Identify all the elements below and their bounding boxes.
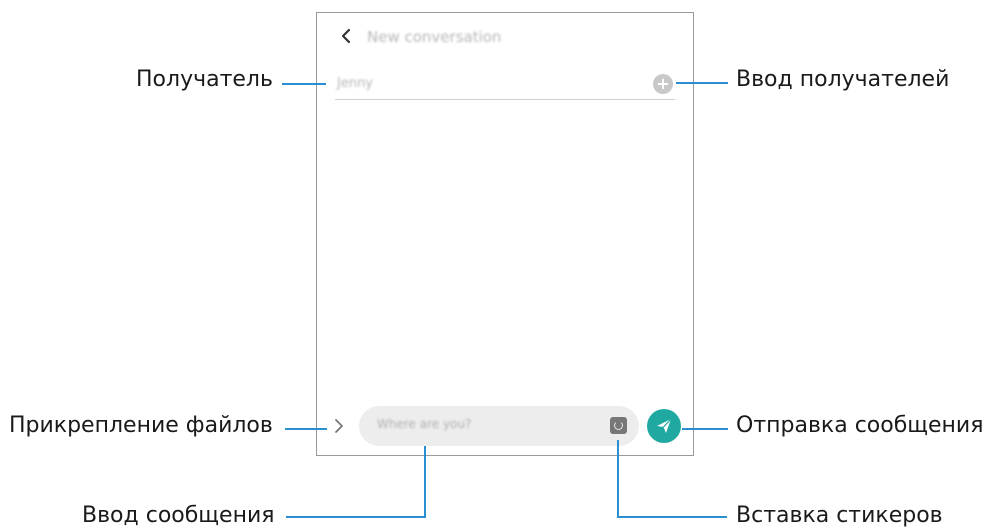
callout-line-enter-message-h	[286, 516, 426, 518]
callout-line-add-recipients	[676, 82, 728, 84]
callout-send-message: Отправка сообщения	[736, 413, 984, 438]
recipient-value: Jenny	[337, 76, 374, 91]
callout-line-insert-stickers-h	[617, 516, 727, 518]
callout-line-recipient	[282, 83, 326, 85]
phone-screen: New conversation Jenny + Where are you?	[316, 12, 694, 456]
callout-attach-files: Прикрепление файлов	[9, 413, 273, 438]
attach-icon[interactable]	[331, 417, 347, 435]
message-input[interactable]: Where are you?	[359, 406, 639, 446]
callout-line-attach-files	[285, 428, 327, 430]
callout-add-recipients: Ввод получателей	[736, 67, 950, 92]
recipient-field[interactable]: Jenny +	[335, 73, 675, 100]
add-recipient-icon[interactable]: +	[653, 74, 673, 94]
send-button[interactable]	[647, 409, 681, 443]
page-title: New conversation	[367, 28, 502, 46]
callout-recipient: Получатель	[136, 67, 273, 92]
message-text: Where are you?	[377, 417, 472, 431]
back-icon[interactable]	[337, 27, 355, 45]
callout-line-enter-message-v	[424, 446, 426, 518]
callout-line-insert-stickers-v	[617, 440, 619, 518]
callout-enter-message: Ввод сообщения	[82, 503, 275, 528]
sticker-icon[interactable]	[610, 417, 627, 434]
callout-insert-stickers: Вставка стикеров	[736, 503, 943, 528]
paper-plane-icon	[657, 418, 672, 433]
callout-line-send-message	[682, 428, 728, 430]
